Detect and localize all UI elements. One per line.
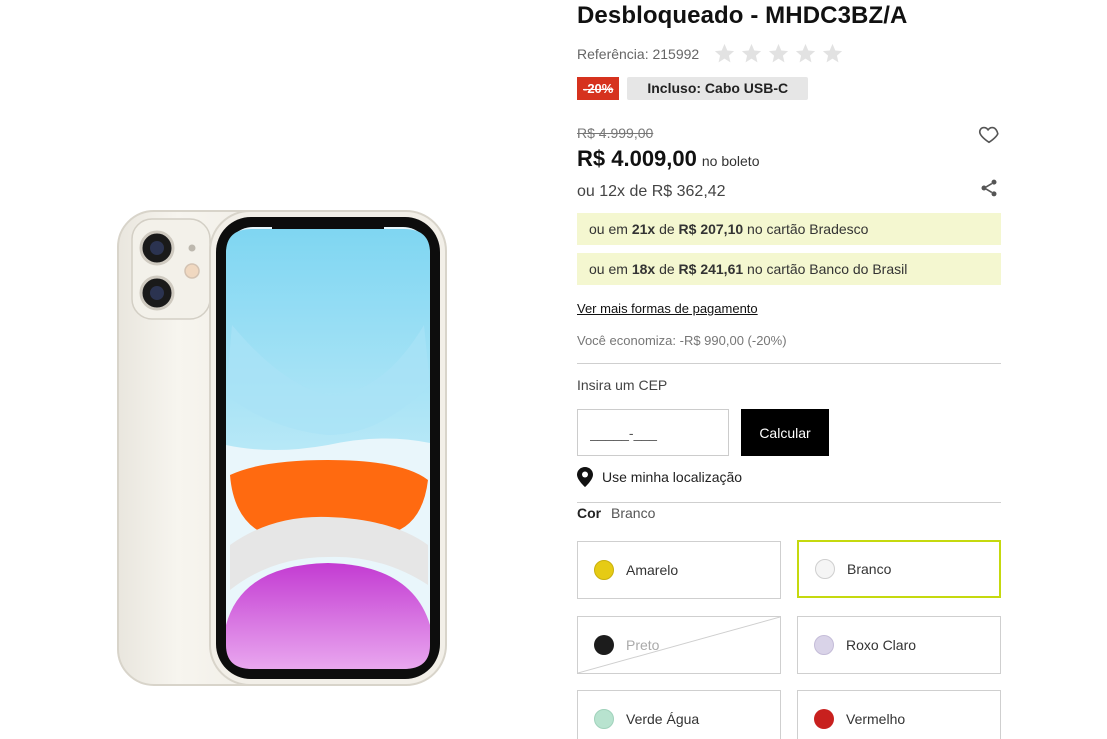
color-selected-value: Branco <box>611 505 656 521</box>
card-offer-bradesco: ou em 21x de R$ 207,10 no cartão Bradesc… <box>577 213 1001 245</box>
use-location-link[interactable]: Use minha localização <box>577 467 742 487</box>
cep-input[interactable] <box>577 409 729 456</box>
installments: ou 12x de R$ 362,42 <box>577 183 726 200</box>
offer-amount: R$ 241,61 <box>678 261 744 277</box>
old-price: R$ 4.999,00 <box>577 125 654 141</box>
star-icon[interactable] <box>794 42 817 65</box>
calculate-button[interactable]: Calcular <box>741 409 829 456</box>
color-option-preto[interactable]: Preto <box>577 616 781 674</box>
offer-mid: de <box>659 261 675 277</box>
iphone-illustration <box>117 210 447 686</box>
offer-suffix: no cartão Bradesco <box>747 221 869 237</box>
price-row: R$ 4.009,00 no boleto <box>577 146 759 172</box>
product-title: Desbloqueado - MHDC3BZ/A <box>577 2 908 29</box>
heart-icon[interactable] <box>978 123 1000 145</box>
color-option-branco[interactable]: Branco <box>797 540 1001 598</box>
offer-count: 18x <box>631 261 656 277</box>
color-dot <box>594 635 614 655</box>
product-image <box>112 205 452 695</box>
offer-amount: R$ 207,10 <box>678 221 744 237</box>
price-suffix: no boleto <box>701 153 760 169</box>
reference-row: Referência: 215992 <box>577 42 844 65</box>
color-dot <box>594 709 614 729</box>
cep-label: Insira um CEP <box>577 377 668 393</box>
color-option-amarelo[interactable]: Amarelo <box>577 541 781 599</box>
location-pin-icon <box>577 467 593 487</box>
color-name: Verde Água <box>626 711 700 727</box>
divider <box>577 363 1001 364</box>
discount-badge-text: -20% <box>583 81 614 96</box>
rating-stars[interactable] <box>713 42 844 65</box>
color-name: Amarelo <box>626 562 679 578</box>
color-name: Branco <box>847 561 892 577</box>
color-key: Cor <box>577 505 602 521</box>
color-dot <box>815 559 835 579</box>
offer-prefix: ou em <box>589 221 628 237</box>
color-option-vermelho[interactable]: Vermelho <box>797 690 1001 739</box>
reference-label: Referência: 215992 <box>577 45 700 62</box>
color-dot <box>814 709 834 729</box>
include-badge: Incluso: Cabo USB-C <box>627 77 809 100</box>
discount-badge: -20% <box>577 77 620 100</box>
economy-text: Você economiza: -R$ 990,00 (-20%) <box>577 333 787 348</box>
location-text: Use minha localização <box>602 469 743 485</box>
star-icon[interactable] <box>740 42 763 65</box>
offer-suffix: no cartão Banco do Brasil <box>747 261 908 277</box>
color-dot <box>814 635 834 655</box>
share-icon[interactable] <box>979 178 999 198</box>
color-dot <box>594 560 614 580</box>
color-option-verde-agua[interactable]: Verde Água <box>577 690 781 739</box>
offer-mid: de <box>659 221 675 237</box>
badges-row: -20% Incluso: Cabo USB-C <box>577 77 809 100</box>
star-icon[interactable] <box>821 42 844 65</box>
more-payment-link[interactable]: Ver mais formas de pagamento <box>577 301 758 316</box>
color-option-roxo-claro[interactable]: Roxo Claro <box>797 616 1001 674</box>
offer-prefix: ou em <box>589 261 628 277</box>
divider <box>577 502 1001 503</box>
star-icon[interactable] <box>767 42 790 65</box>
offer-count: 21x <box>631 221 656 237</box>
color-name: Vermelho <box>846 711 906 727</box>
color-selection-label: Cor Branco <box>577 505 655 521</box>
card-offer-banco-do-brasil: ou em 18x de R$ 241,61 no cartão Banco d… <box>577 253 1001 285</box>
star-icon[interactable] <box>713 42 736 65</box>
current-price: R$ 4.009,00 <box>577 146 697 171</box>
color-name: Preto <box>626 637 660 653</box>
color-name: Roxo Claro <box>846 637 917 653</box>
